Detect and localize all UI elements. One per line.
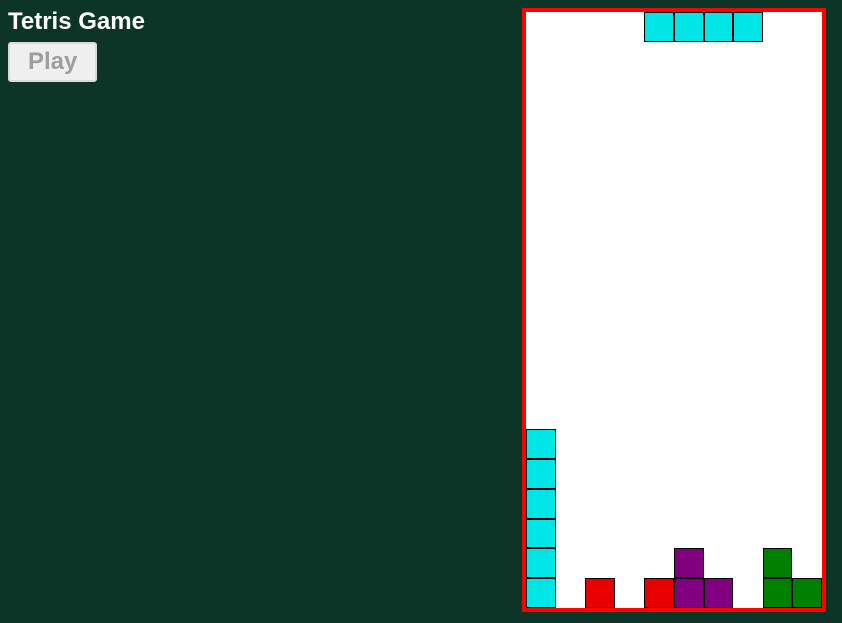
play-button[interactable]: Play (8, 42, 97, 82)
tetris-cell (585, 578, 615, 608)
tetris-cell (526, 548, 556, 578)
tetris-cell (526, 459, 556, 489)
tetris-cell (526, 519, 556, 549)
tetris-cell (644, 578, 674, 608)
tetris-cell (526, 429, 556, 459)
tetris-cell (644, 12, 674, 42)
tetris-cell (674, 548, 704, 578)
tetris-cell (526, 489, 556, 519)
tetris-cell (526, 578, 556, 608)
tetris-cell (733, 12, 763, 42)
tetris-cell (763, 548, 793, 578)
tetris-cell (763, 578, 793, 608)
game-board[interactable] (526, 12, 822, 608)
tetris-cell (704, 12, 734, 42)
tetris-cell (704, 578, 734, 608)
page-title: Tetris Game (8, 8, 145, 36)
header: Tetris Game Play (8, 8, 145, 82)
tetris-cell (792, 578, 822, 608)
game-board-border (522, 8, 826, 612)
tetris-cell (674, 12, 704, 42)
tetris-cell (674, 578, 704, 608)
